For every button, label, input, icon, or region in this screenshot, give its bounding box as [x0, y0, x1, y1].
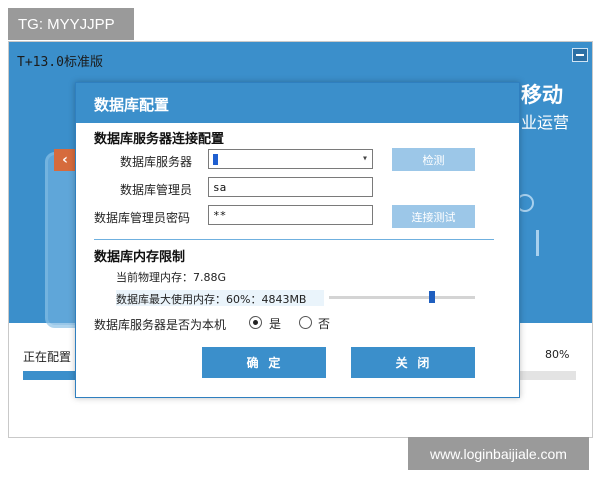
text-cursor — [213, 153, 218, 165]
memory-section-title: 数据库内存限制 — [94, 250, 186, 265]
connection-section-title: 数据库服务器连接配置 — [94, 132, 225, 147]
install-status-text: 正在配置 — [23, 350, 72, 364]
installer-title: T+13.0标准版 — [17, 55, 103, 70]
server-select[interactable]: ▾ — [208, 149, 373, 169]
watermark-bottom: www.loginbaijiale.com — [408, 437, 589, 470]
chart-icon — [517, 230, 539, 256]
database-config-dialog: 数据库配置 数据库服务器连接配置 数据库服务器 ▾ 检测 数据库管理员 数据库管… — [75, 82, 520, 398]
radio-local-no-label[interactable]: 否 — [318, 315, 330, 332]
chevron-down-icon[interactable]: ▾ — [362, 153, 368, 164]
radio-local-no[interactable] — [299, 316, 312, 329]
dialog-titlebar[interactable]: 数据库配置 — [76, 83, 519, 123]
password-label: 数据库管理员密码 — [94, 211, 191, 225]
memory-slider-thumb[interactable] — [428, 291, 435, 303]
promo-headline: 移动 — [521, 83, 563, 107]
section-divider — [94, 239, 494, 240]
chevron-left-icon[interactable]: ‹ — [54, 149, 76, 171]
radio-local-yes-label[interactable]: 是 — [269, 315, 281, 332]
memory-slider-track[interactable] — [329, 296, 475, 299]
dialog-title: 数据库配置 — [94, 96, 170, 114]
promo-subline: 业运营 — [521, 113, 570, 132]
minimize-button[interactable] — [572, 48, 588, 62]
server-label: 数据库服务器 — [120, 155, 193, 169]
local-server-question: 数据库服务器是否为本机 — [94, 318, 227, 332]
close-button[interactable]: 关 闭 — [351, 347, 475, 378]
test-connection-button[interactable]: 连接测试 — [392, 205, 475, 228]
radio-local-yes[interactable] — [249, 316, 262, 329]
max-memory-text: 数据库最大使用内存：60%：4843MB — [116, 293, 307, 306]
install-progress-label: 80% — [545, 348, 570, 361]
password-input[interactable] — [208, 205, 373, 225]
ok-button[interactable]: 确 定 — [202, 347, 326, 378]
admin-input[interactable] — [208, 177, 373, 197]
detect-button[interactable]: 检测 — [392, 148, 475, 171]
watermark-top: TG: MYYJJPP — [8, 8, 134, 40]
admin-label: 数据库管理员 — [120, 183, 193, 197]
physical-memory-text: 当前物理内存：7.88G — [116, 271, 227, 284]
